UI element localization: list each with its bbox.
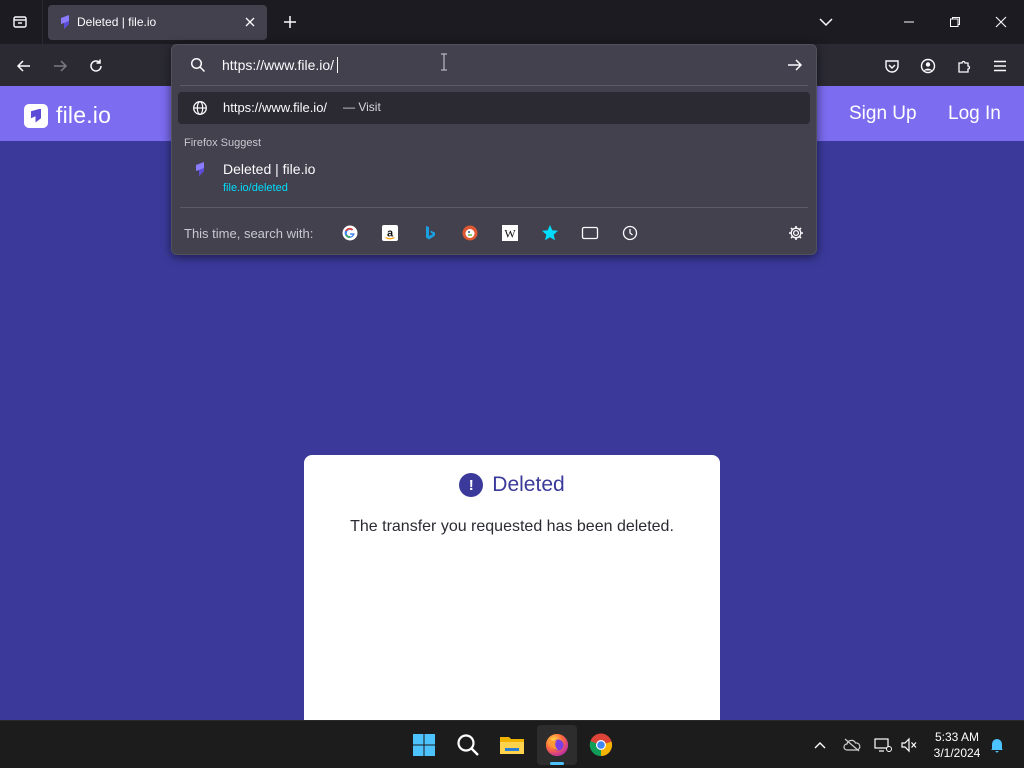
windows-start-icon[interactable] xyxy=(408,729,440,761)
clock-date: 3/1/2024 xyxy=(933,746,981,760)
file-io-favicon-icon xyxy=(196,162,204,176)
card-message: The transfer you requested has been dele… xyxy=(350,518,674,535)
firefox-view-icon[interactable] xyxy=(8,10,32,34)
chevron-up-icon[interactable] xyxy=(810,735,830,755)
amazon-icon[interactable]: a xyxy=(380,223,400,243)
url-input[interactable] xyxy=(222,54,762,76)
back-arrow-icon[interactable] xyxy=(11,53,37,79)
active-indicator xyxy=(550,762,564,765)
hamburger-menu-icon[interactable] xyxy=(987,53,1013,79)
file-io-favicon-icon xyxy=(61,15,69,29)
file-explorer-icon[interactable] xyxy=(496,729,528,761)
duckduckgo-icon[interactable] xyxy=(460,223,480,243)
clock[interactable]: 5:33 AM 3/1/2024 xyxy=(922,729,992,761)
logo-text: file.io xyxy=(56,102,112,128)
chrome-icon[interactable] xyxy=(585,729,617,761)
firefox-icon[interactable] xyxy=(541,729,573,761)
forward-arrow-icon[interactable] xyxy=(47,53,73,79)
tab-bar: Deleted | file.io xyxy=(0,0,1024,44)
file-io-logo-icon xyxy=(24,103,48,128)
visit-label: — Visit xyxy=(343,100,381,114)
bookmarks-star-icon[interactable] xyxy=(540,223,560,243)
suggestion-url: file.io/deleted xyxy=(223,182,288,194)
close-window-icon[interactable] xyxy=(987,8,1015,36)
search-icon[interactable] xyxy=(452,729,484,761)
svg-text:W: W xyxy=(504,227,516,241)
sign-up-link[interactable]: Sign Up xyxy=(849,103,917,125)
new-tab-plus-icon[interactable] xyxy=(279,11,301,33)
card-title-row: ! Deleted xyxy=(304,473,720,497)
engines-label: This time, search with: xyxy=(184,226,314,241)
tab-title: Deleted | file.io xyxy=(77,15,157,29)
visit-url: https://www.file.io/ xyxy=(223,100,328,115)
reload-icon[interactable] xyxy=(83,53,109,79)
divider xyxy=(180,85,808,86)
close-icon[interactable] xyxy=(241,13,259,31)
pocket-icon[interactable] xyxy=(879,53,905,79)
visit-suggestion[interactable]: https://www.file.io/ — Visit xyxy=(178,92,810,124)
history-clock-icon[interactable] xyxy=(620,223,640,243)
url-bar-dropdown: https://www.file.io/ — Visit Firefox Sug… xyxy=(171,44,817,255)
bing-icon[interactable] xyxy=(420,223,440,243)
file-io-logo[interactable]: file.io xyxy=(24,102,111,129)
card-title: Deleted xyxy=(492,473,565,496)
extensions-icon[interactable] xyxy=(951,53,977,79)
clock-time: 5:33 AM xyxy=(934,730,980,744)
tab-separator xyxy=(42,0,43,44)
suggestion-title: Deleted | file.io xyxy=(223,161,316,177)
suggestion-item[interactable]: Deleted | file.io file.io/deleted xyxy=(178,155,810,199)
windows-taskbar: 5:33 AM 3/1/2024 xyxy=(0,720,1024,768)
url-input-row xyxy=(172,45,816,85)
google-icon[interactable] xyxy=(340,223,360,243)
globe-icon xyxy=(193,101,207,115)
wikipedia-icon[interactable]: W xyxy=(500,223,520,243)
network-icon[interactable] xyxy=(873,735,893,755)
firefox-suggest-header: Firefox Suggest xyxy=(184,137,262,149)
log-in-link[interactable]: Log In xyxy=(948,103,1001,125)
text-caret xyxy=(337,57,338,73)
exclamation-icon: ! xyxy=(459,473,484,497)
gear-icon[interactable] xyxy=(786,223,806,243)
go-arrow-icon[interactable] xyxy=(784,55,806,75)
search-engines-row: This time, search with: a W xyxy=(172,215,816,251)
onedrive-offline-icon[interactable] xyxy=(842,735,862,755)
notification-bell-icon[interactable] xyxy=(987,735,1007,755)
volume-muted-icon[interactable] xyxy=(899,735,919,755)
deleted-card: ! Deleted The transfer you requested has… xyxy=(304,455,720,720)
tabs-icon[interactable] xyxy=(580,223,600,243)
divider xyxy=(180,207,808,208)
account-icon[interactable] xyxy=(915,53,941,79)
restore-icon[interactable] xyxy=(941,8,969,36)
tab-file-io[interactable]: Deleted | file.io xyxy=(48,5,267,40)
i-beam-cursor-icon xyxy=(441,53,447,71)
search-icon xyxy=(190,57,206,73)
minimize-icon[interactable] xyxy=(895,8,923,36)
chevron-down-icon[interactable] xyxy=(812,8,840,36)
